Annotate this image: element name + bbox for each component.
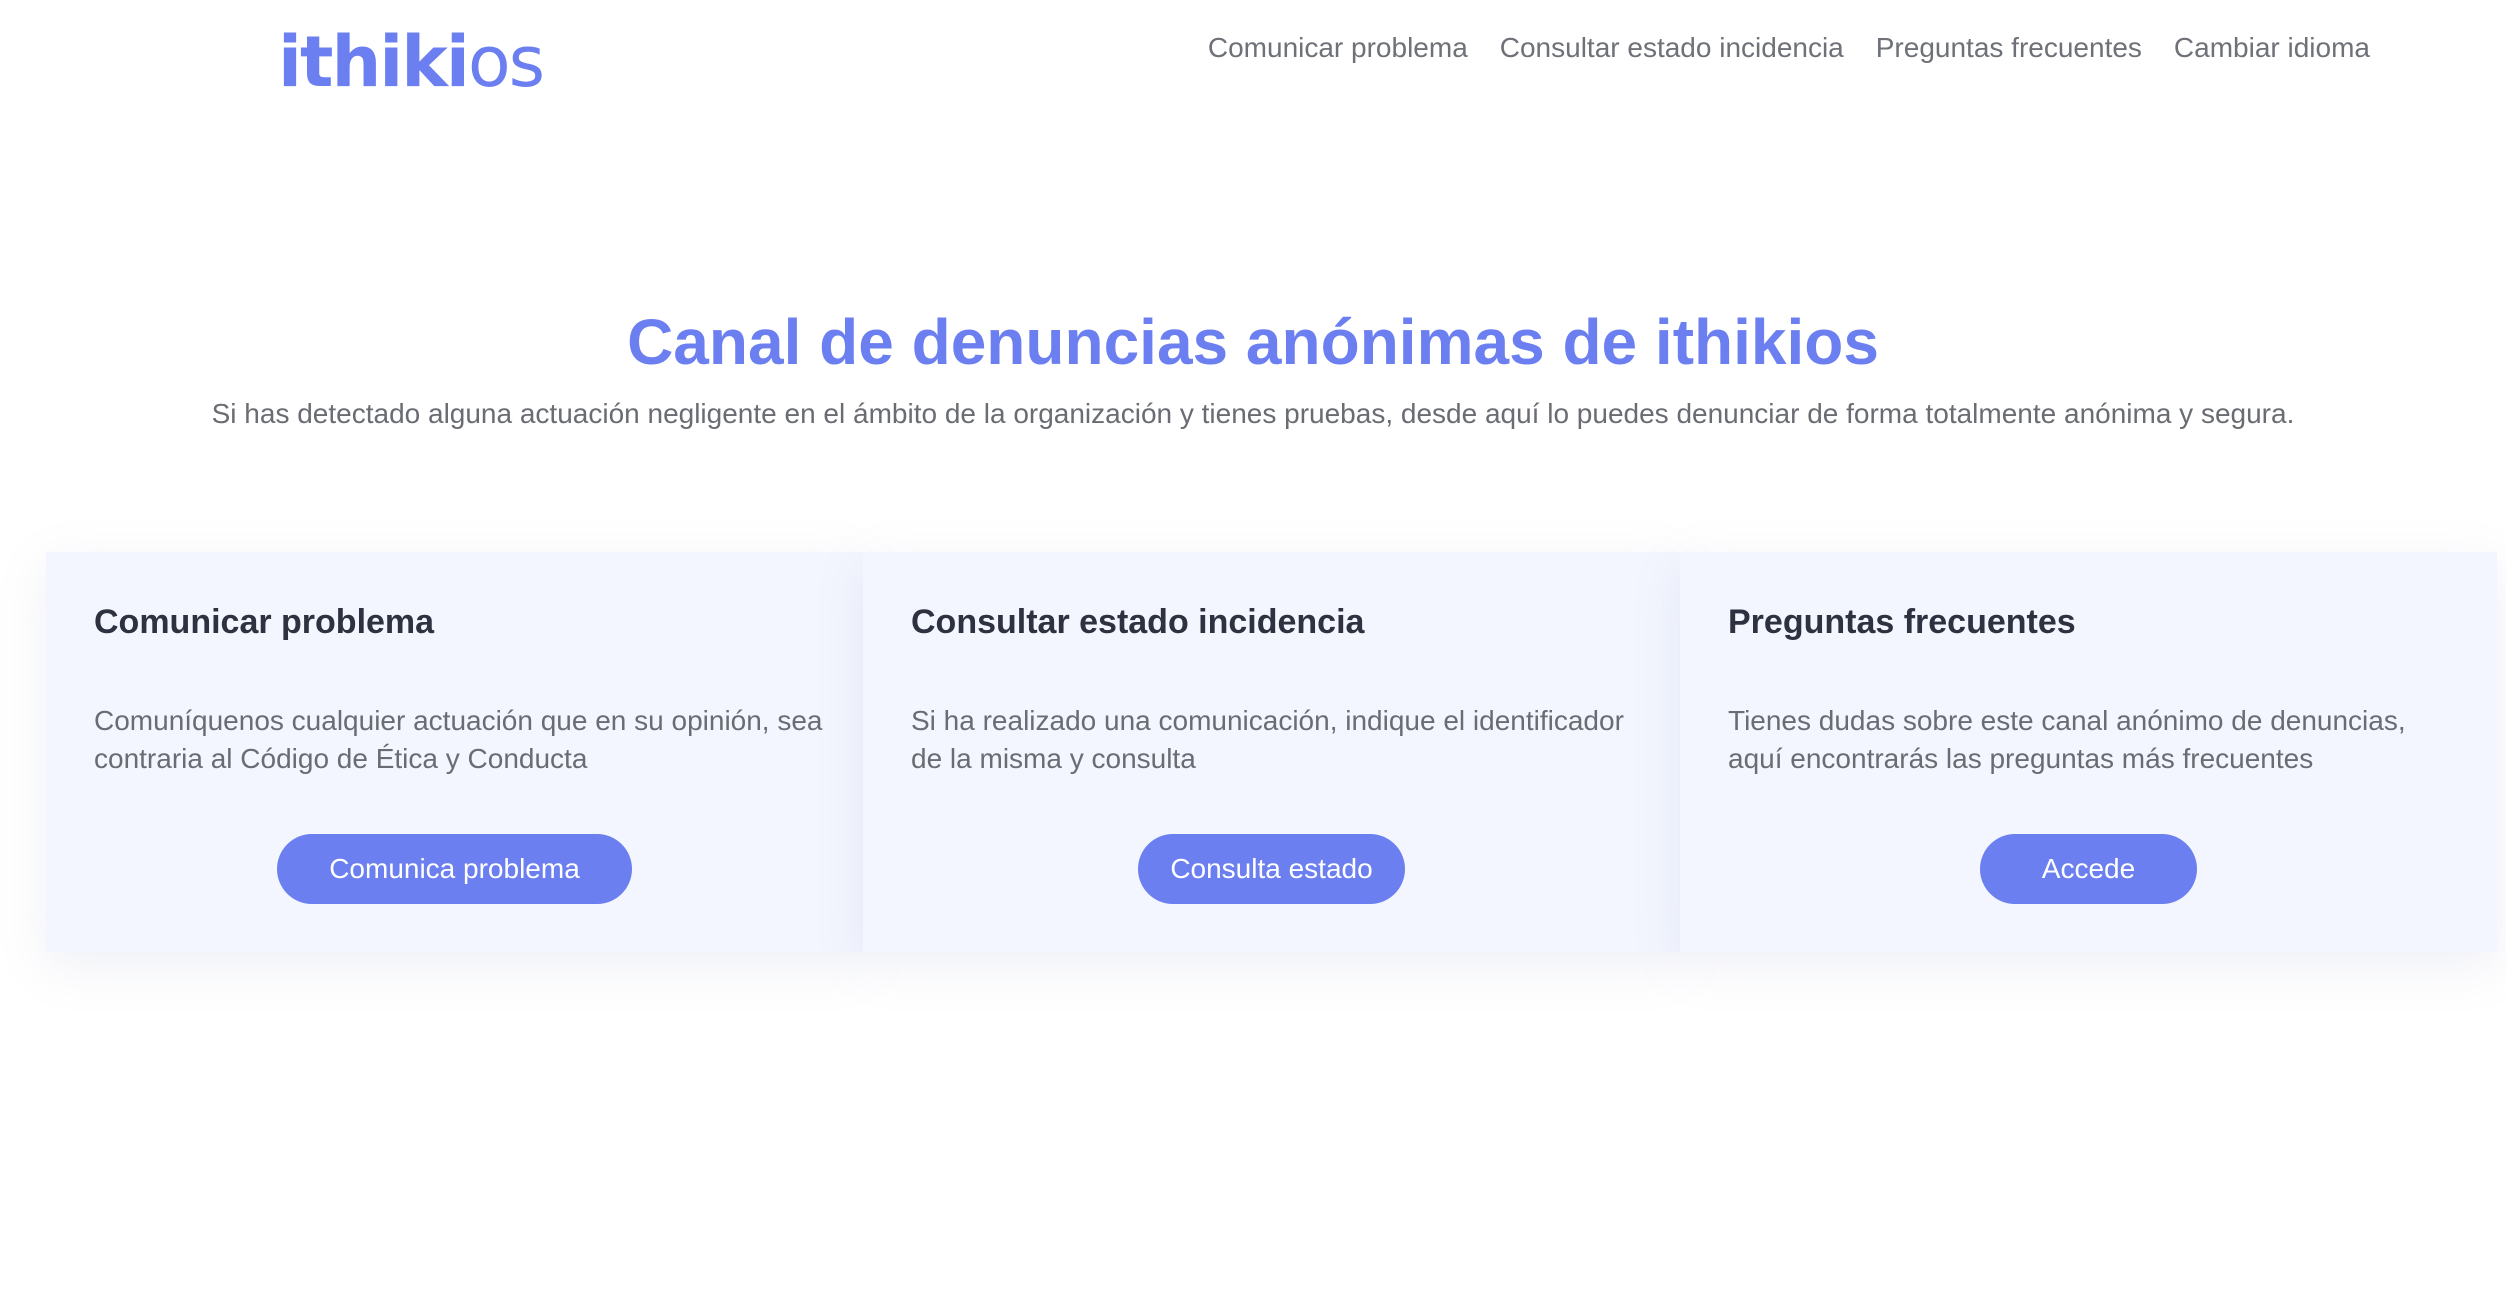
- card-description: Tienes dudas sobre este canal anónimo de…: [1728, 705, 2406, 774]
- main-nav: Comunicar problema Consultar estado inci…: [1208, 28, 2370, 68]
- consulta-estado-button[interactable]: Consulta estado: [1138, 834, 1405, 904]
- accede-button[interactable]: Accede: [1979, 834, 2198, 904]
- nav-preguntas-frecuentes[interactable]: Preguntas frecuentes: [1876, 28, 2142, 68]
- card-preguntas-frecuentes: Preguntas frecuentes Tienes dudas sobre …: [1680, 552, 2497, 952]
- nav-consultar-estado[interactable]: Consultar estado incidencia: [1500, 28, 1844, 68]
- card-button-row: Consulta estado: [863, 834, 1680, 904]
- card-consultar-estado: Consultar estado incidencia Si ha realiz…: [863, 552, 1680, 952]
- card-description: Comuníquenos cualquier actuación que en …: [94, 705, 823, 774]
- card-title: Preguntas frecuentes: [1728, 603, 2076, 641]
- nav-comunicar-problema[interactable]: Comunicar problema: [1208, 28, 1468, 68]
- nav-cambiar-idioma[interactable]: Cambiar idioma: [2174, 28, 2370, 68]
- card-title: Consultar estado incidencia: [911, 603, 1365, 641]
- page-title: Canal de denuncias anónimas de ithikios: [627, 306, 1879, 378]
- card-button-row: Accede: [1680, 834, 2497, 904]
- card-comunicar-problema: Comunicar problema Comuníquenos cualquie…: [46, 552, 863, 952]
- logo-text-strong: ithiki: [278, 21, 470, 103]
- card-button-row: Comunica problema: [46, 834, 863, 904]
- page-subtitle: Si has detectado alguna actuación neglig…: [211, 398, 2295, 429]
- feature-cards: Comunicar problema Comuníquenos cualquie…: [46, 552, 2498, 952]
- ithikios-logo[interactable]: ithikios: [278, 20, 545, 104]
- logo-text-light: os: [467, 21, 545, 103]
- site-header: ithikios Comunicar problema Consultar es…: [0, 0, 2506, 120]
- card-title: Comunicar problema: [94, 603, 435, 641]
- card-description: Si ha realizado una comunicación, indiqu…: [911, 705, 1624, 774]
- comunica-problema-button[interactable]: Comunica problema: [277, 834, 632, 904]
